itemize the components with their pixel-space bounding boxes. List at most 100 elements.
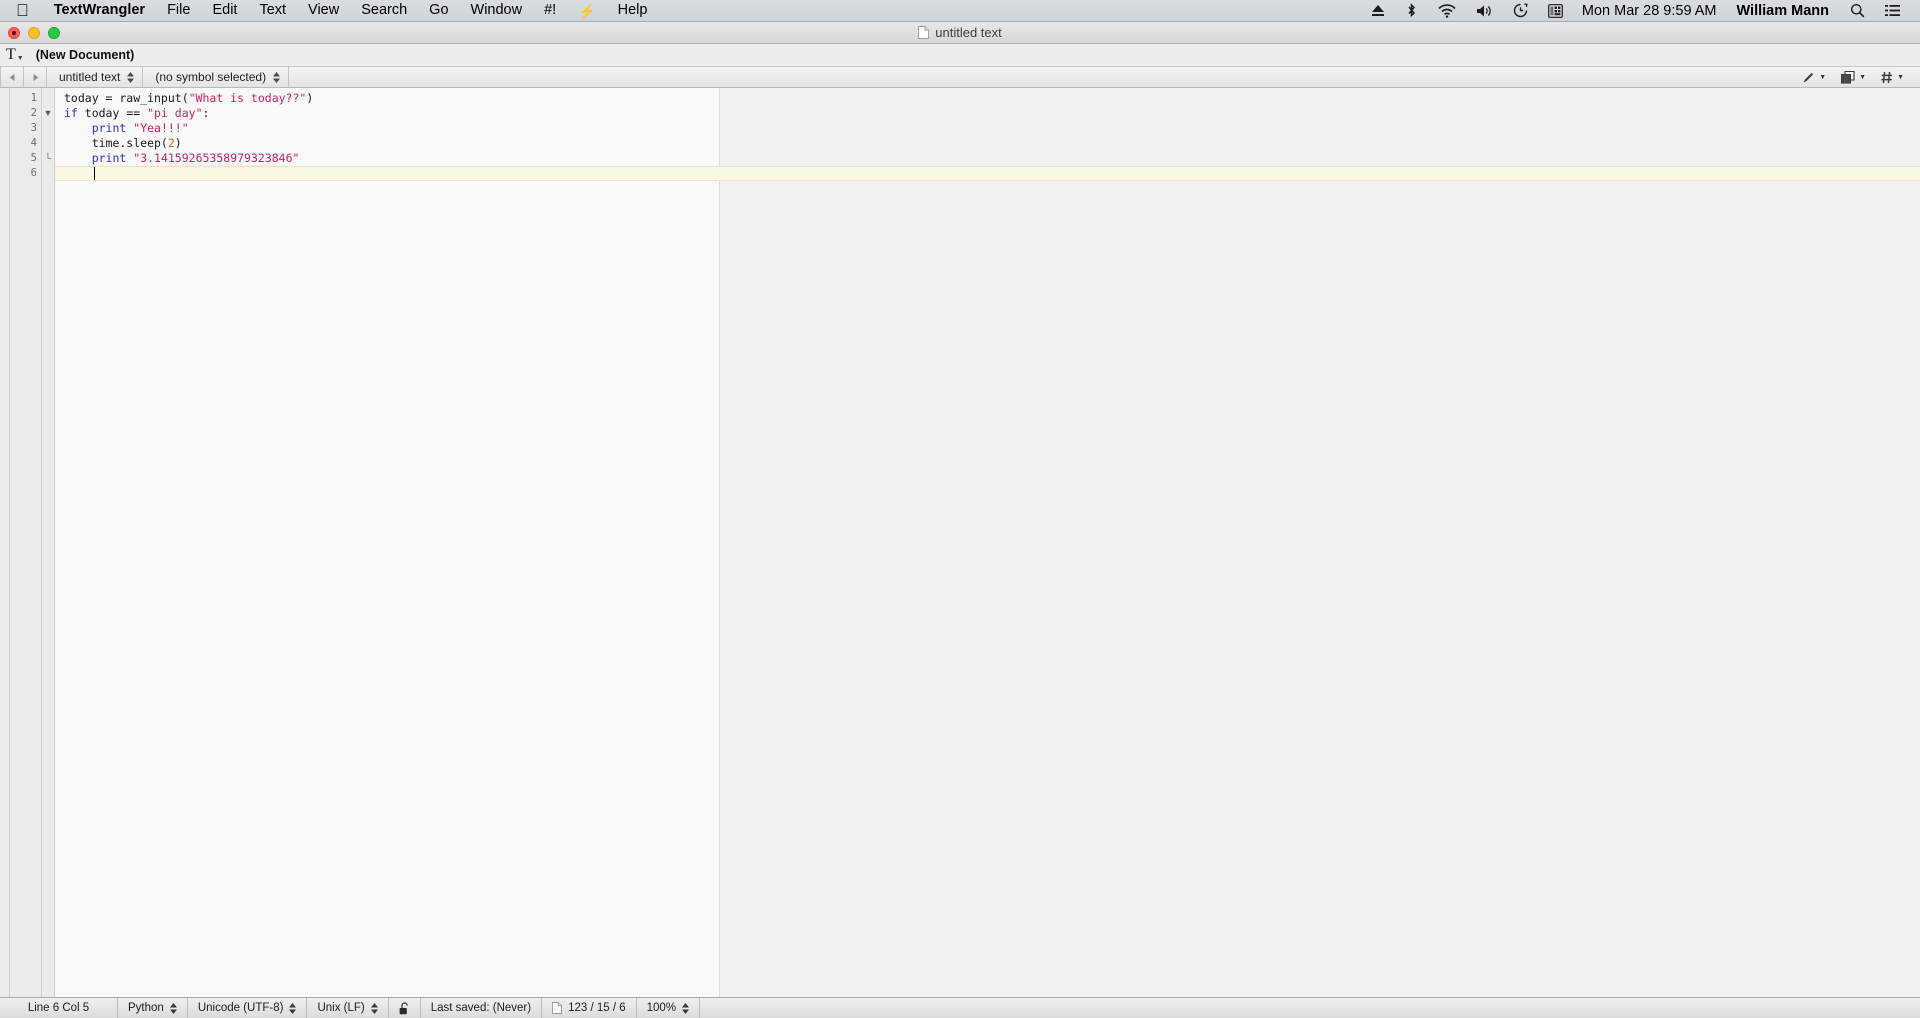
language-popup[interactable]: Python bbox=[118, 998, 188, 1018]
code-line[interactable]: time.sleep(2) bbox=[64, 136, 1920, 151]
encoding-label: Unicode (UTF-8) bbox=[197, 1002, 284, 1014]
minimize-button[interactable] bbox=[28, 26, 40, 39]
code-token-plain: today = raw_input( bbox=[64, 91, 189, 105]
textwrangler-window: untitled text T ▼ (New Document) untitled… bbox=[0, 22, 1920, 1018]
fold-marker[interactable]: └ bbox=[42, 151, 54, 166]
document-stats-label: 123 / 15 / 6 bbox=[568, 1002, 626, 1014]
close-button[interactable] bbox=[8, 26, 20, 39]
code-token-number: 2 bbox=[167, 136, 175, 150]
code-token-string: "What is today??" bbox=[188, 91, 307, 105]
menu-item-edit[interactable]: Edit bbox=[201, 0, 248, 21]
symbol-popup-value: (no symbol selected) bbox=[155, 70, 267, 84]
zoom-label: 100% bbox=[646, 1002, 677, 1014]
file-popup-menu[interactable]: untitled text bbox=[47, 67, 142, 87]
menu-item-search[interactable]: Search bbox=[350, 0, 418, 21]
language-label: Python bbox=[128, 1002, 164, 1014]
zoom-popup[interactable]: 100% bbox=[637, 998, 701, 1018]
code-token-string: "Yea!!!" bbox=[133, 121, 189, 135]
code-token-plain: ) bbox=[306, 91, 314, 105]
chevron-down-icon: ▼ bbox=[1859, 73, 1867, 81]
line-endings-popup[interactable]: Unix (LF) bbox=[307, 998, 389, 1018]
document-icon bbox=[918, 26, 930, 39]
chevron-down-icon: ▼ bbox=[1897, 73, 1904, 81]
line-number: 4 bbox=[30, 137, 37, 149]
fold-marker[interactable]: ▼ bbox=[42, 106, 54, 121]
wifi-icon[interactable] bbox=[1428, 0, 1466, 21]
code-token-keyword: print bbox=[91, 151, 127, 165]
code-token-plain: time.sleep( bbox=[64, 136, 168, 150]
code-token-plain: ) bbox=[174, 136, 182, 150]
text-cursor bbox=[94, 167, 95, 180]
menu-item-help[interactable]: Help bbox=[607, 0, 659, 21]
document-icon bbox=[552, 1002, 563, 1014]
line-number: 6 bbox=[30, 167, 37, 179]
code-line[interactable] bbox=[64, 166, 1920, 181]
unlocked-padlock-icon bbox=[399, 1001, 408, 1014]
bluetooth-icon[interactable] bbox=[1395, 0, 1428, 21]
fold-slot bbox=[42, 121, 54, 136]
text-editor-pane[interactable]: 123456 ▼ └ today = raw_input("What is tod… bbox=[0, 88, 1920, 997]
menu-item-shebang[interactable]: #! bbox=[533, 0, 567, 21]
code-token-string: "3.14159265358979323846" bbox=[133, 151, 300, 165]
line-number: 3 bbox=[30, 122, 37, 134]
code-line[interactable]: print "3.14159265358979323846" bbox=[64, 151, 1920, 166]
window-controls bbox=[0, 26, 60, 39]
menu-bar-clock[interactable]: Mon Mar 28 9:59 AM bbox=[1573, 3, 1726, 19]
menu-item-window[interactable]: Window bbox=[460, 0, 534, 21]
cursor-position-indicator: Line 6 Col 5 bbox=[0, 998, 118, 1018]
code-line[interactable]: print "Yea!!!" bbox=[64, 121, 1920, 136]
fold-slot bbox=[42, 136, 54, 151]
line-number-gutter: 1 2 3 4 5 6 bbox=[10, 88, 42, 997]
code-line[interactable]: today = raw_input("What is today??") bbox=[64, 91, 1920, 106]
apple-menu-icon[interactable]:  bbox=[0, 0, 43, 21]
time-machine-icon[interactable] bbox=[1503, 0, 1538, 21]
window-title-bar[interactable]: untitled text bbox=[0, 22, 1920, 44]
cursor-position-label: Line 6 Col 5 bbox=[27, 1002, 90, 1014]
menu-item-textwrangler[interactable]: TextWrangler bbox=[43, 0, 156, 21]
forward-arrow-icon[interactable] bbox=[24, 67, 46, 87]
menu-bar-user-name[interactable]: William Mann bbox=[1725, 3, 1840, 19]
editor-status-bar: Line 6 Col 5 Python Unicode (UTF-8) Unix… bbox=[0, 997, 1920, 1018]
line-number: 1 bbox=[30, 92, 37, 104]
read-only-toggle[interactable] bbox=[389, 998, 421, 1018]
back-arrow-icon[interactable] bbox=[1, 67, 23, 87]
zoom-button[interactable] bbox=[48, 26, 60, 39]
status-bar-spacer bbox=[700, 998, 1920, 1018]
code-folding-gutter[interactable]: ▼ └ bbox=[42, 88, 55, 997]
search-icon[interactable] bbox=[1840, 0, 1875, 21]
eject-icon[interactable] bbox=[1361, 0, 1395, 21]
pencil-icon bbox=[1803, 72, 1814, 82]
text-document-icon[interactable]: T ▼ bbox=[4, 46, 26, 64]
fold-slot bbox=[42, 166, 54, 181]
document-statistics[interactable]: 123 / 15 / 6 bbox=[542, 998, 637, 1018]
menu-item-scripts-bolt[interactable]: ⚡ bbox=[567, 0, 606, 21]
code-line[interactable]: if today == "pi day": bbox=[64, 106, 1920, 121]
menu-item-text[interactable]: Text bbox=[248, 0, 297, 21]
menu-bar-status-group: Mon Mar 28 9:59 AM William Mann bbox=[1361, 0, 1920, 21]
language-menu[interactable]: ▼ bbox=[1874, 67, 1911, 87]
chevron-updown-icon bbox=[289, 1002, 297, 1014]
fold-slot bbox=[42, 91, 54, 106]
menu-item-go[interactable]: Go bbox=[418, 0, 459, 21]
chevron-updown-icon bbox=[127, 71, 135, 83]
notification-center-icon[interactable] bbox=[1875, 0, 1910, 21]
split-view-menu[interactable]: ▼ bbox=[1834, 67, 1873, 87]
gutter-outer-strip bbox=[0, 88, 10, 997]
menu-item-file[interactable]: File bbox=[156, 0, 201, 21]
chevron-down-icon: ▼ bbox=[1819, 73, 1827, 81]
symbol-popup-menu[interactable]: (no symbol selected) bbox=[143, 67, 288, 87]
encoding-popup[interactable]: Unicode (UTF-8) bbox=[188, 998, 308, 1018]
input-source-icon[interactable] bbox=[1538, 0, 1573, 21]
mac-menu-bar:  TextWrangler File Edit Text View Searc… bbox=[0, 0, 1920, 22]
code-text-area[interactable]: today = raw_input("What is today??") if t… bbox=[55, 88, 1920, 997]
code-content[interactable]: today = raw_input("What is today??") if t… bbox=[55, 91, 1920, 181]
document-info-bar: T ▼ (New Document) bbox=[0, 44, 1920, 67]
volume-icon[interactable] bbox=[1466, 0, 1503, 21]
line-number: 2 bbox=[30, 107, 37, 119]
text-options-menu[interactable]: ▼ bbox=[1795, 67, 1833, 87]
menu-item-view[interactable]: View bbox=[297, 0, 350, 21]
last-saved-indicator: Last saved: (Never) bbox=[421, 998, 543, 1018]
hash-icon bbox=[1881, 71, 1893, 83]
